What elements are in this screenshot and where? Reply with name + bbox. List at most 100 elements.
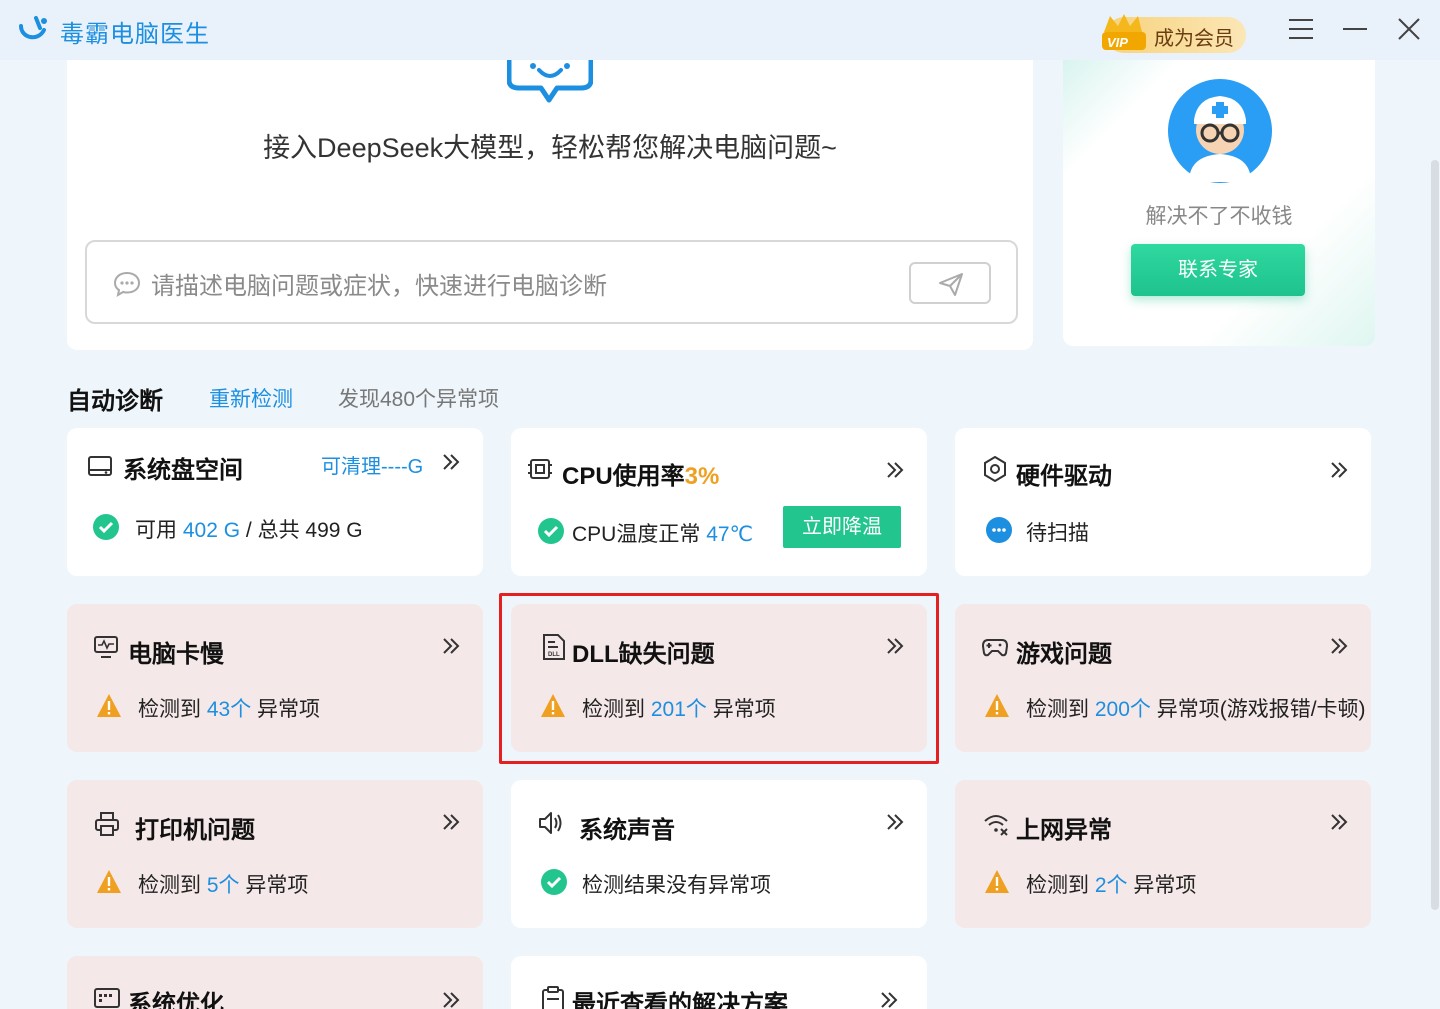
detect-suffix: 异常项(游戏报错/卡顿) xyxy=(1156,698,1366,721)
robot-icon xyxy=(507,60,593,103)
pending-icon xyxy=(986,517,1012,543)
card-system-optimize[interactable]: 系统优化 xyxy=(67,956,483,1009)
warning-icon xyxy=(985,870,1009,893)
send-button[interactable] xyxy=(909,262,991,304)
warning-icon xyxy=(97,694,121,717)
chat-input[interactable]: 请描述电脑问题或症状，快速进行电脑诊断 xyxy=(85,240,1018,324)
slow-line: 检测到 43个 异常项 xyxy=(138,693,320,723)
detect-prefix: 检测到 xyxy=(1026,698,1089,721)
vip-badge-text: VIP xyxy=(1107,35,1128,50)
issue-count: 200个 xyxy=(1094,698,1151,721)
cool-down-button[interactable]: 立即降温 xyxy=(783,506,901,548)
card-title: 系统声音 xyxy=(579,817,675,844)
clipboard-icon xyxy=(542,986,564,1009)
disk-line: 可用 402 G / 总共 499 G xyxy=(135,514,363,544)
chevron-right-icon[interactable] xyxy=(1329,636,1349,656)
issue-count: 2个 xyxy=(1094,874,1128,897)
clean-link[interactable]: 可清理----G xyxy=(321,450,423,479)
detect-prefix: 检测到 xyxy=(138,698,201,721)
card-cpu[interactable]: CPU使用率3% CPU温度正常 47℃ 立即降温 xyxy=(511,428,927,576)
card-network-issues[interactable]: 上网异常 检测到 2个 异常项 xyxy=(955,780,1371,928)
card-title: 最近查看的解决方案 xyxy=(572,991,788,1009)
chevron-right-icon[interactable] xyxy=(441,990,461,1009)
vip-label: 成为会员 xyxy=(1154,28,1234,50)
card-printer-issues[interactable]: 打印机问题 检测到 5个 异常项 xyxy=(67,780,483,928)
chevron-right-icon[interactable] xyxy=(1329,460,1349,480)
card-system-sound[interactable]: 系统声音 检测结果没有异常项 xyxy=(511,780,927,928)
warning-icon xyxy=(97,870,121,893)
highlight-frame xyxy=(499,593,939,764)
avail-value: 402 G xyxy=(182,519,241,542)
wifi-error-icon xyxy=(984,815,1008,836)
cpu-title: CPU使用率 xyxy=(562,463,685,490)
scrollbar[interactable] xyxy=(1431,160,1439,910)
hardware-status: 待扫描 xyxy=(1026,522,1089,545)
card-title: 上网异常 xyxy=(1016,817,1112,844)
card-slow-pc[interactable]: 电脑卡慢 检测到 43个 异常项 xyxy=(67,604,483,752)
game-line: 检测到 200个 异常项(游戏报错/卡顿) xyxy=(1026,693,1366,723)
card-recent-solutions[interactable]: 最近查看的解决方案 xyxy=(511,956,927,1009)
chevron-right-icon[interactable] xyxy=(441,812,461,832)
card-title: 电脑卡慢 xyxy=(128,641,224,668)
app-title: 毒霸电脑医生 xyxy=(60,21,210,48)
chevron-right-icon[interactable] xyxy=(879,990,899,1009)
card-title: CPU使用率3% xyxy=(562,456,719,491)
section-title: 自动诊断 xyxy=(67,388,163,415)
menu-icon[interactable] xyxy=(1286,14,1316,44)
chevron-right-icon[interactable] xyxy=(885,460,905,480)
check-icon xyxy=(93,514,119,540)
total-value: / 总共 499 G xyxy=(245,519,363,542)
chevron-right-icon[interactable] xyxy=(1329,812,1349,832)
card-hardware-driver[interactable]: 硬件驱动 待扫描 xyxy=(955,428,1371,576)
cpu-icon xyxy=(528,459,552,479)
doctor-avatar xyxy=(1168,79,1272,183)
check-icon xyxy=(538,518,564,544)
sound-status: 检测结果没有异常项 xyxy=(582,874,771,897)
warning-icon xyxy=(985,694,1009,717)
speaker-icon xyxy=(539,812,562,834)
card-title: 游戏问题 xyxy=(1016,641,1112,668)
found-count: 发现480个异常项 xyxy=(338,388,500,411)
ai-chat-panel: 接入DeepSeek大模型，轻松帮您解决电脑问题~ 请描述电脑问题或症状，快速进… xyxy=(67,60,1033,350)
card-title: 系统优化 xyxy=(128,991,224,1009)
disk-icon xyxy=(88,456,112,476)
close-icon[interactable] xyxy=(1394,14,1424,44)
issue-count: 5个 xyxy=(206,874,240,897)
gear-icon xyxy=(984,456,1006,482)
chat-bubble-icon xyxy=(113,271,141,297)
contact-expert-button[interactable]: 联系专家 xyxy=(1131,244,1305,296)
chevron-right-icon[interactable] xyxy=(885,812,905,832)
temp-label: CPU温度正常 xyxy=(572,523,701,546)
card-disk-space[interactable]: 系统盘空间 可清理----G 可用 402 G / 总共 499 G xyxy=(67,428,483,576)
expert-panel: 解决不了不收钱 联系专家 xyxy=(1063,60,1375,346)
optimize-icon xyxy=(94,988,120,1008)
vip-crown-icon: VIP xyxy=(1102,14,1146,50)
chevron-right-icon[interactable] xyxy=(441,452,461,472)
chat-placeholder: 请描述电脑问题或症状，快速进行电脑诊断 xyxy=(151,273,607,300)
card-title: 硬件驱动 xyxy=(1016,463,1112,490)
vip-button[interactable]: VIP 成为会员 xyxy=(1098,10,1248,54)
temp-value: 47℃ xyxy=(706,523,754,546)
send-icon xyxy=(939,273,963,296)
card-title: 打印机问题 xyxy=(135,817,255,844)
printer-icon xyxy=(95,812,119,836)
detect-prefix: 检测到 xyxy=(1026,874,1089,897)
avail-label: 可用 xyxy=(135,519,177,542)
monitor-icon xyxy=(94,636,118,658)
gamepad-icon xyxy=(982,639,1008,657)
issue-count: 43个 xyxy=(206,698,252,721)
minimize-icon[interactable] xyxy=(1340,14,1370,44)
chat-tagline: 接入DeepSeek大模型，轻松帮您解决电脑问题~ xyxy=(263,133,837,163)
detect-suffix: 异常项 xyxy=(245,874,309,897)
detect-suffix: 异常项 xyxy=(257,698,321,721)
printer-line: 检测到 5个 异常项 xyxy=(138,869,308,899)
card-title: 系统盘空间 xyxy=(123,457,243,484)
detect-prefix: 检测到 xyxy=(138,874,201,897)
recheck-link[interactable]: 重新检测 xyxy=(209,383,293,413)
check-icon xyxy=(541,869,567,895)
expert-tagline: 解决不了不收钱 xyxy=(1145,205,1293,228)
card-game-issues[interactable]: 游戏问题 检测到 200个 异常项(游戏报错/卡顿) xyxy=(955,604,1371,752)
detect-suffix: 异常项 xyxy=(1133,874,1197,897)
chevron-right-icon[interactable] xyxy=(441,636,461,656)
cpu-usage: 3% xyxy=(684,463,720,490)
